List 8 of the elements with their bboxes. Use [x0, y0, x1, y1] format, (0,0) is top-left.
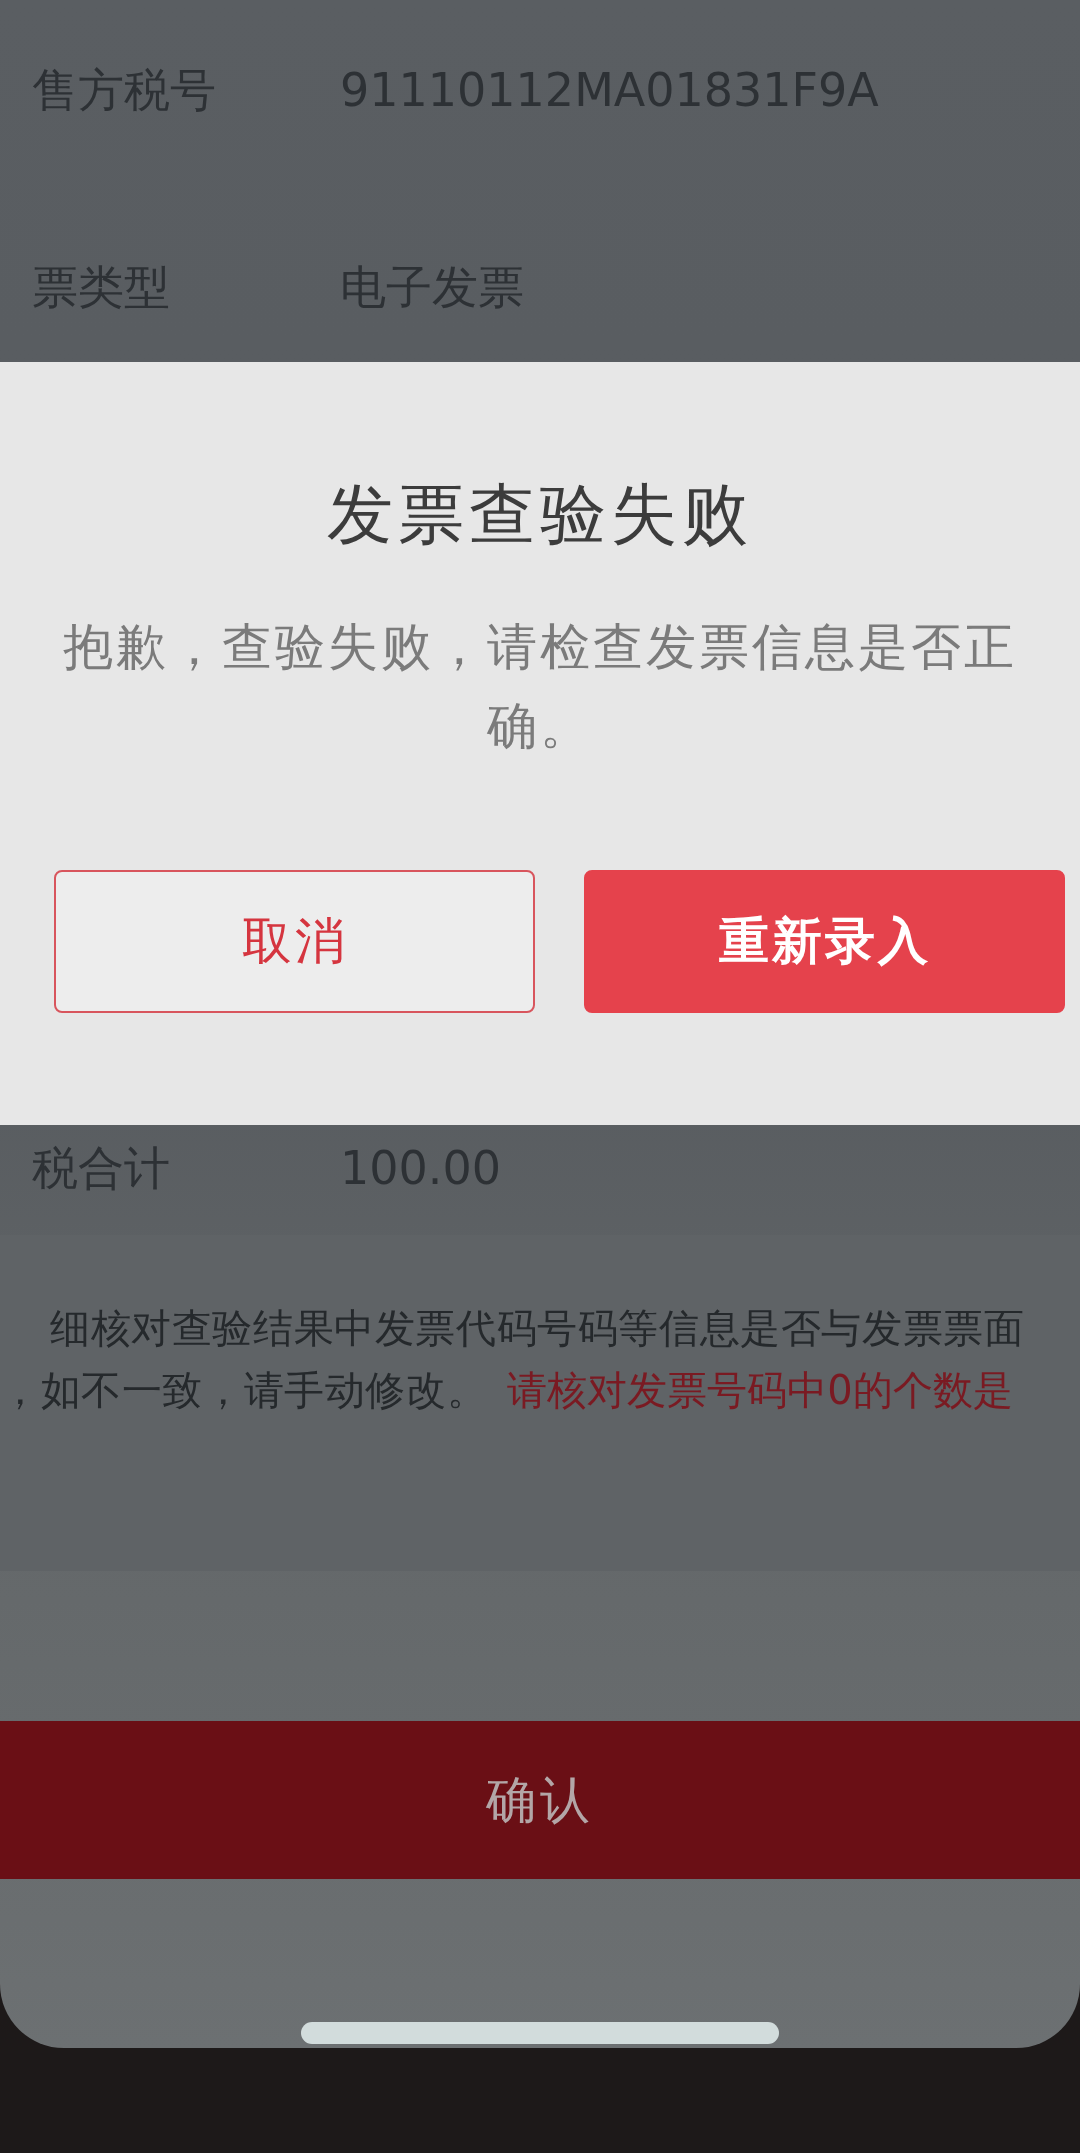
dialog-title: 发票查验失败 [327, 475, 753, 555]
warning-text: 请核对发票号码中0的个数是 [507, 1366, 1013, 1415]
cancel-button[interactable]: 取消 [54, 870, 535, 1013]
notice-text: ，如不一致，请手动修改。 [0, 1366, 488, 1415]
confirm-button[interactable]: 确认 [0, 1721, 1080, 1879]
dialog-message: 抱歉，查验失败，请检查发票信息是否正确。 [62, 617, 1018, 757]
notice-text: 细核对查验结果中发票代码号码等信息是否与发票票面 [50, 1304, 1025, 1353]
reenter-button[interactable]: 重新录入 [584, 870, 1065, 1013]
